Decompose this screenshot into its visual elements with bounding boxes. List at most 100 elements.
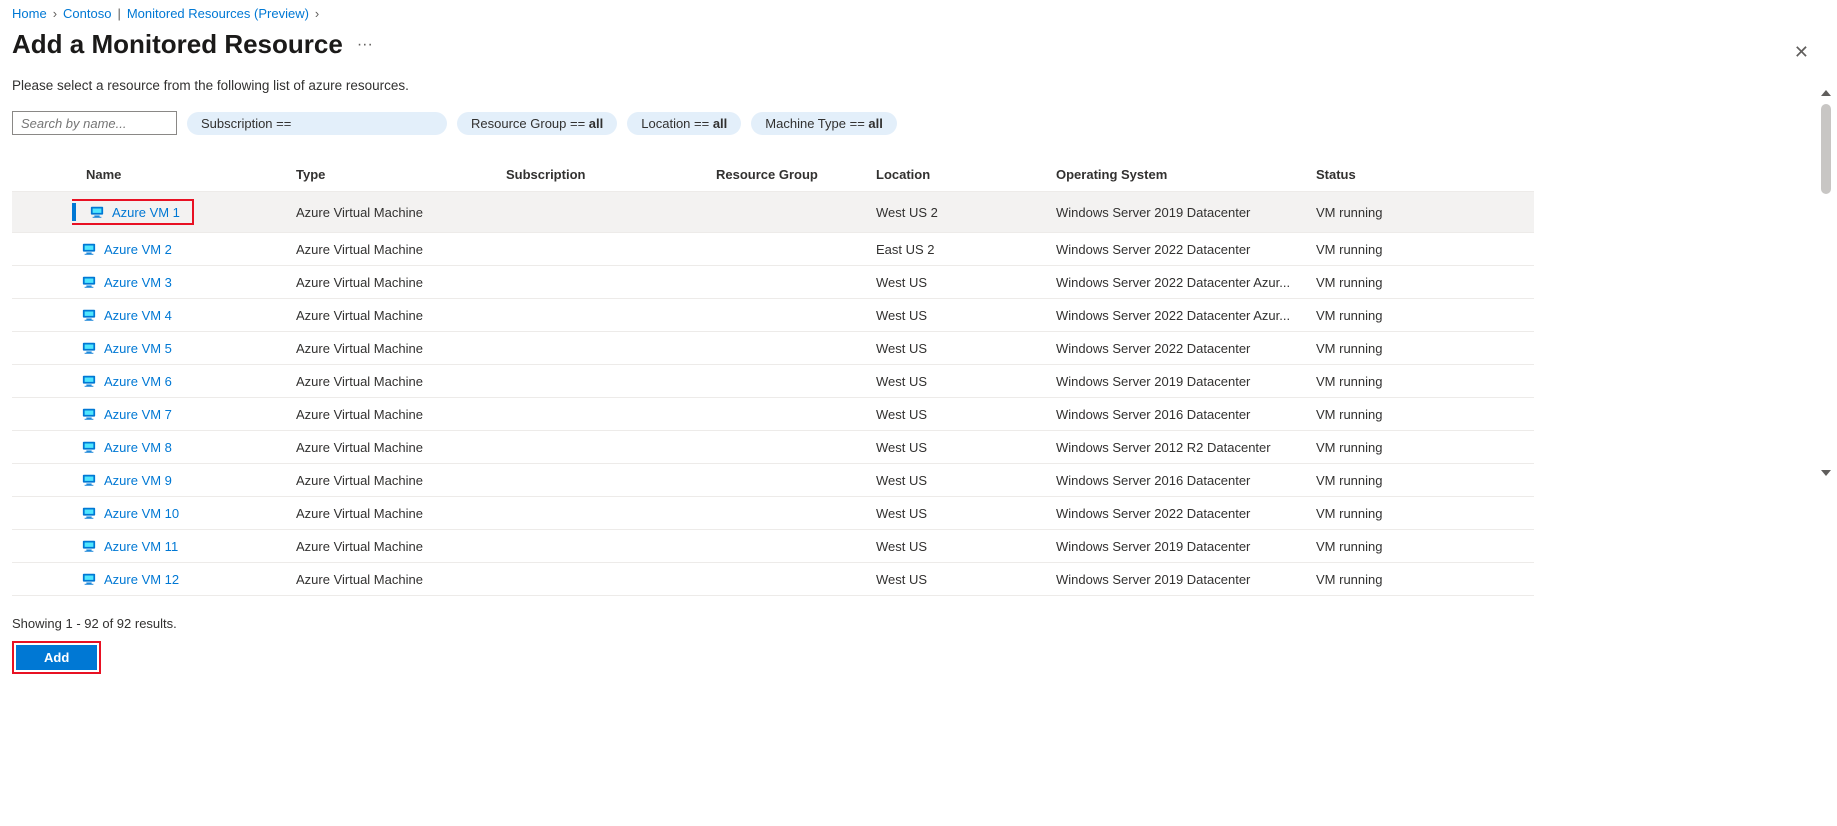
table-row[interactable]: Azure VM 5Azure Virtual MachineWest USWi…	[12, 332, 1534, 365]
scrollbar[interactable]	[1819, 90, 1833, 476]
cell-type: Azure Virtual Machine	[292, 532, 502, 561]
col-location[interactable]: Location	[872, 159, 1052, 190]
table-row[interactable]: Azure VM 12Azure Virtual MachineWest USW…	[12, 563, 1534, 596]
cell-resource-group	[712, 572, 872, 586]
resource-name-link[interactable]: Azure VM 8	[104, 440, 172, 455]
filter-resource-group[interactable]: Resource Group == all	[457, 112, 617, 135]
col-name[interactable]: Name	[72, 159, 292, 190]
table-row[interactable]: Azure VM 10Azure Virtual MachineWest USW…	[12, 497, 1534, 530]
cell-os: Windows Server 2022 Datacenter Azur...	[1052, 268, 1312, 297]
cell-resource-group	[712, 341, 872, 355]
filter-location-label: Location ==	[641, 116, 713, 131]
instruction-text: Please select a resource from the follow…	[12, 78, 1825, 93]
cell-type: Azure Virtual Machine	[292, 565, 502, 594]
resource-name-link[interactable]: Azure VM 10	[104, 506, 179, 521]
cell-status: VM running	[1312, 235, 1472, 264]
row-checkbox[interactable]	[33, 273, 51, 291]
table-row[interactable]: Azure VM 7Azure Virtual MachineWest USWi…	[12, 398, 1534, 431]
table-row[interactable]: Azure VM 8Azure Virtual MachineWest USWi…	[12, 431, 1534, 464]
row-checkbox[interactable]	[33, 570, 51, 588]
vm-icon	[90, 205, 104, 219]
scroll-up-icon[interactable]	[1821, 90, 1831, 96]
cell-subscription	[502, 242, 712, 256]
page-title: Add a Monitored Resource	[12, 29, 343, 60]
row-checkbox[interactable]	[33, 504, 51, 522]
scroll-down-icon[interactable]	[1821, 470, 1831, 476]
table-row[interactable]: Azure VM 1Azure Virtual MachineWest US 2…	[12, 192, 1534, 233]
breadcrumb-home[interactable]: Home	[12, 6, 47, 21]
cell-os: Windows Server 2022 Datacenter	[1052, 235, 1312, 264]
cell-type: Azure Virtual Machine	[292, 301, 502, 330]
col-resource-group[interactable]: Resource Group	[712, 159, 872, 190]
cell-resource-group	[712, 539, 872, 553]
cell-os: Windows Server 2022 Datacenter Azur...	[1052, 301, 1312, 330]
resource-name-link[interactable]: Azure VM 3	[104, 275, 172, 290]
resource-name-link[interactable]: Azure VM 1	[112, 205, 180, 220]
row-checkbox[interactable]	[72, 203, 76, 221]
col-status[interactable]: Status	[1312, 159, 1472, 190]
resource-name-link[interactable]: Azure VM 5	[104, 341, 172, 356]
scrollbar-thumb[interactable]	[1821, 104, 1831, 194]
cell-os: Windows Server 2019 Datacenter	[1052, 367, 1312, 396]
close-button[interactable]: ✕	[1790, 38, 1813, 67]
vm-icon	[82, 374, 96, 388]
resource-name-link[interactable]: Azure VM 9	[104, 473, 172, 488]
table-row[interactable]: Azure VM 6Azure Virtual MachineWest USWi…	[12, 365, 1534, 398]
row-checkbox[interactable]	[33, 438, 51, 456]
resource-name-link[interactable]: Azure VM 6	[104, 374, 172, 389]
resource-name-link[interactable]: Azure VM 2	[104, 242, 172, 257]
cell-location: West US	[872, 301, 1052, 330]
filter-location[interactable]: Location == all	[627, 112, 741, 135]
cell-os: Windows Server 2016 Datacenter	[1052, 466, 1312, 495]
cell-type: Azure Virtual Machine	[292, 198, 502, 227]
vm-icon	[82, 539, 96, 553]
cell-location: West US	[872, 268, 1052, 297]
vm-icon	[82, 407, 96, 421]
selected-row-highlight: Azure VM 1	[72, 199, 194, 225]
col-subscription[interactable]: Subscription	[502, 159, 712, 190]
filter-subscription[interactable]: Subscription ==	[187, 112, 447, 135]
vm-icon	[82, 506, 96, 520]
cell-os: Windows Server 2016 Datacenter	[1052, 400, 1312, 429]
breadcrumb-item-contoso[interactable]: Contoso	[63, 6, 111, 21]
resource-table: Name Type Subscription Resource Group Lo…	[12, 157, 1534, 596]
filter-machine-label: Machine Type ==	[765, 116, 868, 131]
vm-icon	[82, 473, 96, 487]
cell-type: Azure Virtual Machine	[292, 499, 502, 528]
resource-name-link[interactable]: Azure VM 4	[104, 308, 172, 323]
cell-subscription	[502, 440, 712, 454]
col-os[interactable]: Operating System	[1052, 159, 1312, 190]
table-row[interactable]: Azure VM 11Azure Virtual MachineWest USW…	[12, 530, 1534, 563]
resource-name-link[interactable]: Azure VM 12	[104, 572, 179, 587]
table-row[interactable]: Azure VM 2Azure Virtual MachineEast US 2…	[12, 233, 1534, 266]
row-checkbox[interactable]	[33, 405, 51, 423]
row-checkbox[interactable]	[33, 537, 51, 555]
row-checkbox[interactable]	[33, 339, 51, 357]
cell-resource-group	[712, 473, 872, 487]
table-row[interactable]: Azure VM 9Azure Virtual MachineWest USWi…	[12, 464, 1534, 497]
resource-name-link[interactable]: Azure VM 11	[104, 539, 178, 554]
breadcrumb-item-monitored[interactable]: Monitored Resources (Preview)	[127, 6, 309, 21]
row-checkbox[interactable]	[33, 306, 51, 324]
search-input[interactable]	[12, 111, 177, 135]
filter-rg-value: all	[589, 116, 603, 131]
add-button[interactable]: Add	[16, 645, 97, 670]
row-checkbox[interactable]	[33, 372, 51, 390]
resource-name-link[interactable]: Azure VM 7	[104, 407, 172, 422]
row-checkbox[interactable]	[33, 240, 51, 258]
cell-type: Azure Virtual Machine	[292, 268, 502, 297]
col-type[interactable]: Type	[292, 159, 502, 190]
filter-machine-type[interactable]: Machine Type == all	[751, 112, 897, 135]
cell-location: West US	[872, 400, 1052, 429]
table-row[interactable]: Azure VM 3 Azure Virtual Machine West USWi…	[12, 266, 1534, 299]
cell-type: Azure Virtual Machine	[292, 367, 502, 396]
cell-os: Windows Server 2019 Datacenter	[1052, 565, 1312, 594]
cell-type: Azure Virtual Machine	[292, 466, 502, 495]
cell-location: East US 2	[872, 235, 1052, 264]
row-checkbox[interactable]	[33, 471, 51, 489]
cell-subscription	[502, 539, 712, 553]
cell-location: West US	[872, 334, 1052, 363]
more-actions-button[interactable]: ···	[353, 32, 377, 58]
table-row[interactable]: Azure VM 4 Azure Virtual Machine West USWi…	[12, 299, 1534, 332]
cell-status: VM running	[1312, 268, 1472, 297]
